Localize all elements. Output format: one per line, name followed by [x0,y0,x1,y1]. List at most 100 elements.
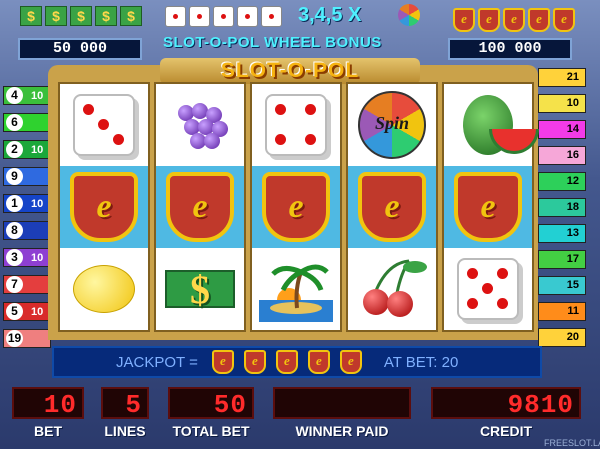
credit-label: CREDIT [479,423,533,439]
spin-wheel-icon: Spin [358,91,426,159]
payline-button-10[interactable]: 10 [538,94,586,113]
symbol-shield: e [444,166,532,248]
payline-button-13[interactable]: 13 [538,224,586,243]
payline-button-5[interactable]: 5 10 [3,302,51,321]
payline-button-2[interactable]: 2 10 [3,140,51,159]
symbol-grapes [156,84,244,166]
payline-number: 6 [6,114,23,131]
lemon-icon [73,265,135,313]
symbol-shield: e [156,166,244,248]
jackpot-label: JACKPOT = [116,353,198,371]
payline-button-7[interactable]: 7 [3,275,51,294]
symbol-dice [444,248,532,330]
game-logo: SLOT-O-POL [160,58,420,84]
symbol-shield: e [348,166,436,248]
symbol-spin-wheel: Spin [348,84,436,166]
reel-2: e $ [154,82,246,332]
symbol-island [252,248,340,330]
payline-bet: 10 [31,305,44,318]
left-paylines: 4 10 6 2 10 9 1 10 8 3 10 7 5 10 19 [3,86,51,356]
payline-number: 3 [6,249,23,266]
bet-display[interactable]: 10 [12,387,84,420]
payline-button-6[interactable]: 6 [3,113,51,132]
right-bonus-score: 100 000 [448,38,572,60]
payline-bet: 10 [31,89,44,102]
e-shield-icon: e [358,172,426,242]
dice-icon [165,6,186,27]
watermelon-icon [463,95,539,155]
payline-button-17[interactable]: 17 [538,250,586,269]
symbol-dice [60,84,148,166]
e-shield-icon: e [262,172,330,242]
e-shield-icon: e [275,350,298,374]
watermark: FREESLOT.LA [544,438,600,448]
dice-icon [237,6,258,27]
e-shield-icon: e [453,8,475,32]
credit-display: 9810 [431,387,581,420]
dollar-icon: $ [95,6,117,26]
right-paylines: 21 10 14 16 12 18 13 17 15 11 20 [538,68,586,354]
e-icons-row: e e e e e [453,8,575,32]
jackpot-bar: JACKPOT = e e e e e AT BET: 20 [52,346,542,378]
payline-button-1[interactable]: 1 10 [3,194,51,213]
symbol-dice [252,84,340,166]
payline-button-9[interactable]: 9 [3,167,51,186]
dice-icon [213,6,234,27]
reel-4: Spin e [346,82,438,332]
payline-number: 1 [6,195,23,212]
bonus-title: SLOT-O-POL WHEEL BONUS [163,34,382,51]
payline-number: 7 [6,276,23,293]
payline-button-4[interactable]: 4 10 [3,86,51,105]
dollar-icons-row: $ $ $ $ $ [20,6,142,26]
payline-button-14[interactable]: 14 [538,120,586,139]
total-bet-display: 50 [168,387,254,420]
symbol-shield: e [252,166,340,248]
e-shield-icon: e [166,172,234,242]
e-shield-icon: e [339,350,362,374]
grapes-icon [170,95,230,155]
reel-5: e [442,82,539,332]
winner-paid-display [273,387,411,419]
e-shield-icon: e [70,172,138,242]
payline-button-12[interactable]: 12 [538,172,586,191]
left-bonus-score: 50 000 [18,38,142,60]
cherries-icon [357,257,427,321]
symbol-lemon [60,248,148,330]
dollar-icon: $ [45,6,67,26]
dice-icons-row [165,6,282,27]
payline-number: 9 [6,168,23,185]
reel-3: e [250,82,342,332]
payline-button-16[interactable]: 16 [538,146,586,165]
e-shield-icon: e [553,8,575,32]
payline-button-21[interactable]: 21 [538,68,586,87]
payline-button-3[interactable]: 3 10 [3,248,51,267]
payline-bet: 10 [31,251,44,264]
payline-number: 19 [6,330,23,347]
payline-number: 8 [6,222,23,239]
e-shield-icon: e [454,172,522,242]
dice-icon [261,6,282,27]
reels: e e $ e Spin e e [58,82,539,332]
payline-button-8[interactable]: 8 [3,221,51,240]
symbol-shield: e [60,166,148,248]
winner-paid-label: WINNER PAID [295,423,389,439]
e-shield-icon: e [307,350,330,374]
payline-button-15[interactable]: 15 [538,276,586,295]
payline-button-20[interactable]: 20 [538,328,586,347]
payline-button-19[interactable]: 19 [3,329,51,348]
dollar-icon: $ [20,6,42,26]
bet-label: BET [34,423,62,439]
jackpot-bet-text: AT BET: 20 [383,353,459,371]
symbol-cherries [348,248,436,330]
lines-display[interactable]: 5 [101,387,149,420]
e-shield-icon: e [211,350,234,374]
symbol-watermelon [444,84,539,166]
payline-button-18[interactable]: 18 [538,198,586,217]
payline-bet: 10 [31,143,44,156]
dice-icon [265,94,327,156]
e-shield-icon: e [243,350,266,374]
payline-button-11[interactable]: 11 [538,302,586,321]
jackpot-icons: e e e e e [211,350,362,374]
dollar-icon: $ [70,6,92,26]
dice-icon [457,258,519,320]
